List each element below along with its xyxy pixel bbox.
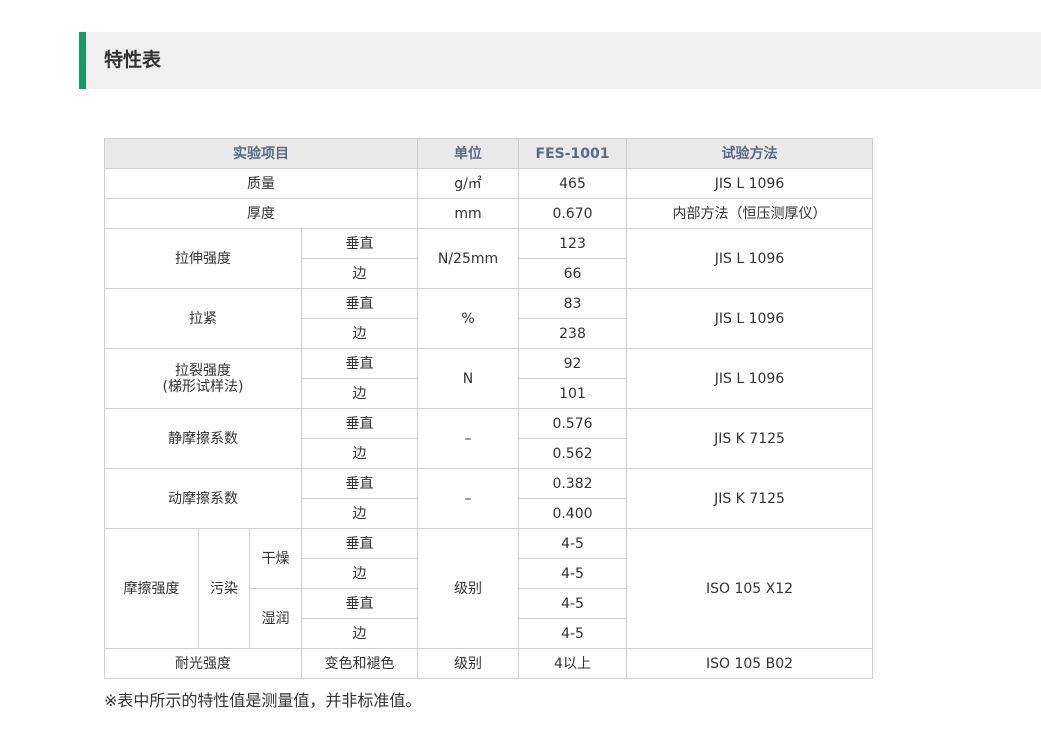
value-cell: 0.562 (518, 438, 627, 469)
unit-cell: 级别 (417, 528, 519, 649)
table-header-row: 实验项目 单位 FES-1001 试验方法 (104, 138, 873, 169)
direction-cell: 垂直 (301, 468, 418, 499)
row-label-main: 拉裂强度 (175, 362, 231, 379)
value-cell: 92 (518, 348, 627, 379)
unit-cell: g/㎡ (417, 168, 519, 199)
row-label: 静摩擦系数 (104, 408, 302, 469)
value-cell: 4以上 (518, 648, 627, 679)
value-cell: 0.400 (518, 498, 627, 529)
row-label-sub: (梯形试样法) (162, 378, 244, 395)
direction-cell: 边 (301, 378, 418, 409)
unit-cell: mm (417, 198, 519, 229)
table-row: 拉紧 垂直 % 83 JIS L 1096 (104, 288, 873, 349)
method-cell: JIS L 1096 (626, 348, 873, 409)
value-cell: 66 (518, 258, 627, 289)
stain-cell: 污染 (198, 528, 250, 649)
unit-cell: N/25mm (417, 228, 519, 289)
direction-cell: 边 (301, 558, 418, 589)
direction-cell: 垂直 (301, 348, 418, 379)
value-cell: 0.576 (518, 408, 627, 439)
table-row: 质量 g/㎡ 465 JIS L 1096 (104, 168, 873, 199)
method-cell: JIS L 1096 (626, 288, 873, 349)
section-title: 特性表 (104, 49, 162, 71)
direction-cell: 垂直 (301, 288, 418, 319)
unit-cell: 级别 (417, 648, 519, 679)
unit-cell: % (417, 288, 519, 349)
table-row: 摩擦强度 污染 干燥 垂直 级别 4-5 ISO 105 X12 (104, 528, 873, 649)
direction-cell: 垂直 (301, 528, 418, 559)
section-accent-bar (79, 32, 86, 89)
value-cell: 4-5 (518, 588, 627, 619)
row-label: 拉伸强度 (104, 228, 302, 289)
value-cell: 4-5 (518, 558, 627, 589)
value-cell: 4-5 (518, 618, 627, 649)
header-product: FES-1001 (518, 138, 627, 169)
value-cell: 465 (518, 168, 627, 199)
sub-cell: 变色和褪色 (301, 648, 418, 679)
value-cell: 101 (518, 378, 627, 409)
row-label: 动摩擦系数 (104, 468, 302, 529)
value-cell: 0.382 (518, 468, 627, 499)
unit-cell: – (417, 468, 519, 529)
table-row: 拉伸强度 垂直 N/25mm 123 JIS L 1096 (104, 228, 873, 289)
method-cell: JIS K 7125 (626, 468, 873, 529)
direction-cell: 垂直 (301, 408, 418, 439)
direction-cell: 边 (301, 438, 418, 469)
properties-table: 实验项目 单位 FES-1001 试验方法 质量 g/㎡ 465 JIS L 1… (104, 138, 873, 679)
row-label: 质量 (104, 168, 418, 199)
dry-cell: 干燥 (249, 528, 302, 589)
value-cell: 0.670 (518, 198, 627, 229)
value-cell: 238 (518, 318, 627, 349)
direction-cell: 边 (301, 318, 418, 349)
direction-cell: 边 (301, 258, 418, 289)
row-label: 拉紧 (104, 288, 302, 349)
method-cell: 内部方法（恒压测厚仪） (626, 198, 873, 229)
value-cell: 123 (518, 228, 627, 259)
value-cell: 4-5 (518, 528, 627, 559)
method-cell: ISO 105 X12 (626, 528, 873, 649)
value-cell: 83 (518, 288, 627, 319)
row-label: 摩擦强度 (104, 528, 199, 649)
table-row: 拉裂强度 (梯形试样法) 垂直 N 92 JIS L 1096 (104, 348, 873, 409)
header-unit: 单位 (417, 138, 519, 169)
method-cell: JIS K 7125 (626, 408, 873, 469)
header-test-method: 试验方法 (626, 138, 873, 169)
method-cell: JIS L 1096 (626, 228, 873, 289)
direction-cell: 垂直 (301, 228, 418, 259)
row-label: 耐光强度 (104, 648, 302, 679)
table-row: 动摩擦系数 垂直 – 0.382 JIS K 7125 (104, 468, 873, 529)
footnote: ※表中所示的特性值是测量值，并非标准值。 (104, 691, 422, 710)
table-row: 静摩擦系数 垂直 – 0.576 JIS K 7125 (104, 408, 873, 469)
row-label: 拉裂强度 (梯形试样法) (104, 348, 302, 409)
table-row: 厚度 mm 0.670 内部方法（恒压测厚仪） (104, 198, 873, 229)
direction-cell: 垂直 (301, 588, 418, 619)
unit-cell: – (417, 408, 519, 469)
direction-cell: 边 (301, 498, 418, 529)
section-header: 特性表 (79, 32, 1041, 89)
unit-cell: N (417, 348, 519, 409)
wet-cell: 湿润 (249, 588, 302, 649)
direction-cell: 边 (301, 618, 418, 649)
table-row: 耐光强度 变色和褪色 级别 4以上 ISO 105 B02 (104, 648, 873, 679)
method-cell: ISO 105 B02 (626, 648, 873, 679)
header-test-item: 实验项目 (104, 138, 418, 169)
method-cell: JIS L 1096 (626, 168, 873, 199)
row-label: 厚度 (104, 198, 418, 229)
